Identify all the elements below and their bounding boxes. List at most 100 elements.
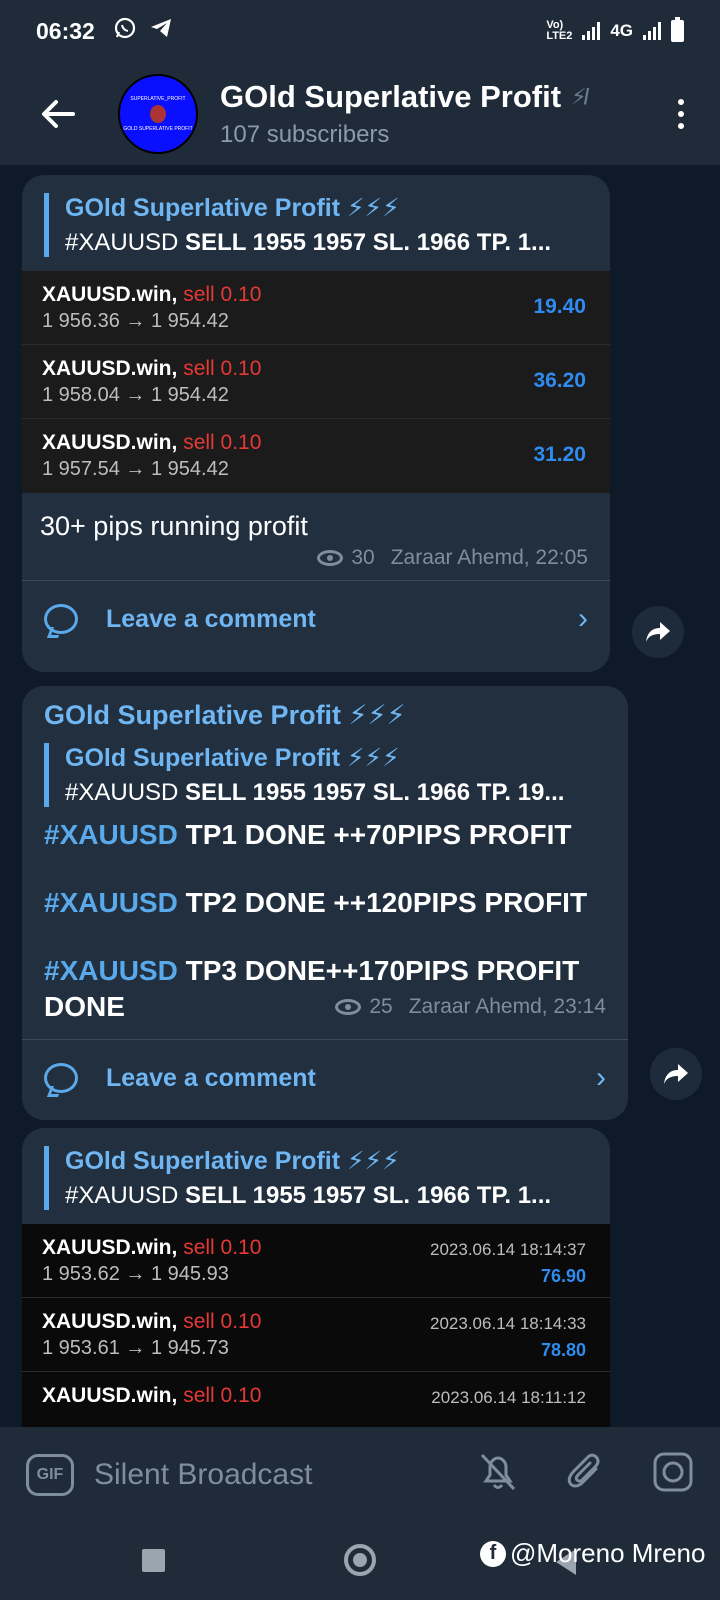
bell-off-icon — [480, 1453, 516, 1491]
signal-icon-2 — [643, 22, 661, 40]
subscriber-count: 107 subscribers — [220, 120, 390, 148]
reply-text: #XAUUSD SELL 1955 1957 SL. 1966 TP. 19..… — [65, 779, 628, 807]
mute-icon: ⚡̸ — [571, 83, 587, 109]
leave-comment-button[interactable]: Leave a comment › — [22, 1040, 628, 1116]
reply-quote[interactable]: GOld Superlative Profit ⚡⚡⚡ #XAUUSD SELL… — [44, 193, 610, 257]
trade-row: XAUUSD.win, sell 0.10 1 958.04 → 1 954.4… — [22, 345, 610, 419]
trade-symbol: XAUUSD.win, — [42, 283, 184, 306]
comment-label: Leave a comment — [106, 604, 316, 633]
leave-comment-button[interactable]: Leave a comment › — [22, 581, 610, 657]
hashtag-link[interactable]: #XAUUSD — [44, 955, 178, 986]
trade-profit: 78.80 — [540, 1340, 586, 1360]
back-button[interactable] — [28, 84, 88, 144]
message-meta: 25 Zaraar Ahemd, 23:14 — [335, 995, 606, 1019]
tp-line: #XAUUSD TP2 DONE ++120PIPS PROFIT — [44, 887, 628, 919]
status-bar: 06:32 Vo) LTE2 4G — [0, 0, 720, 62]
reply-tag: #XAUUSD — [65, 1182, 186, 1209]
avatar-text-top: SUPERLATIVE_PROFIT — [130, 95, 186, 102]
trade-profit: 76.90 — [540, 1266, 586, 1286]
forward-button[interactable] — [632, 606, 684, 658]
hashtag-link[interactable]: #XAUUSD — [44, 887, 178, 918]
trade-side: sell 0.10 — [183, 1310, 262, 1333]
trade-row: XAUUSD.win, sell 0.10 1 957.54 → 1 954.4… — [22, 419, 610, 493]
trade-side: sell 0.10 — [183, 283, 262, 306]
dot-icon — [678, 110, 684, 117]
chevron-right-icon: › — [596, 1061, 606, 1094]
reply-quote[interactable]: GOld Superlative Profit ⚡⚡⚡ #XAUUSD SELL… — [44, 1146, 610, 1210]
reply-text: #XAUUSD SELL 1955 1957 SL. 1966 TP. 1... — [65, 229, 610, 257]
forward-button[interactable] — [650, 1048, 702, 1100]
dot-icon — [678, 122, 684, 129]
tp-text: TP2 DONE ++120PIPS PROFIT — [177, 887, 588, 918]
reply-body: SELL 1955 1957 SL. 1966 TP. 19... — [185, 779, 565, 806]
status-time: 06:32 — [36, 17, 95, 44]
paperclip-icon — [567, 1453, 600, 1488]
trade-prices: 1 958.04 → 1 954.42 — [42, 384, 229, 406]
trade-side: sell 0.10 — [183, 1236, 262, 1259]
tp-line: #XAUUSD TP3 DONE++170PIPS PROFIT — [44, 955, 628, 987]
recents-button[interactable] — [142, 1549, 165, 1572]
tp-text: TP1 DONE ++70PIPS PROFIT — [177, 819, 572, 850]
message-bubble[interactable]: GOld Superlative Profit ⚡⚡⚡ GOld Superla… — [22, 686, 628, 1120]
avatar-text-bottom: GOLD SUPERLATIVE PROFIT — [123, 125, 193, 132]
author-time: Zaraar Ahemd, 23:14 — [408, 995, 606, 1018]
trade-row: XAUUSD.win, sell 0.10 1 953.61 → 1 945.7… — [22, 1298, 610, 1372]
message-bubble[interactable]: GOld Superlative Profit ⚡⚡⚡ #XAUUSD SELL… — [22, 175, 610, 672]
lte-label: Vo) LTE2 — [546, 19, 573, 42]
reply-quote[interactable]: GOld Superlative Profit ⚡⚡⚡ #XAUUSD SELL… — [44, 743, 628, 807]
trade-profit: 31.20 — [533, 443, 586, 466]
trade-date: 2023.06.14 18:11:12 — [431, 1388, 586, 1407]
watermark-text: @Moreno Mreno — [510, 1538, 706, 1568]
hashtag-link[interactable]: #XAUUSD — [44, 819, 178, 850]
attach-button[interactable] — [566, 1451, 604, 1498]
more-menu-button[interactable] — [678, 98, 684, 129]
reply-body: SELL 1955 1957 SL. 1966 TP. 1... — [185, 229, 552, 256]
gif-button[interactable]: GIF — [26, 1453, 74, 1496]
chevron-right-icon: › — [578, 602, 588, 635]
trade-profit: 36.20 — [533, 369, 586, 392]
trade-prices: 1 957.54 → 1 954.42 — [42, 458, 229, 480]
channel-info[interactable]: GOld Superlative Profit ⚡̸ 107 subscribe… — [220, 79, 587, 149]
message-meta: 30 Zaraar Ahemd, 22:05 — [22, 546, 588, 570]
channel-title-row: GOld Superlative Profit ⚡̸ — [220, 79, 587, 115]
camera-icon — [653, 1452, 693, 1492]
trade-date: 2023.06.14 18:14:33 — [430, 1314, 586, 1333]
view-count: 30 — [351, 546, 375, 569]
trade-symbol: XAUUSD.win, — [42, 1236, 184, 1259]
channel-avatar[interactable]: SUPERLATIVE_PROFIT GOLD SUPERLATIVE PROF… — [118, 73, 198, 154]
trade-symbol: XAUUSD.win, — [42, 357, 184, 380]
forward-icon — [646, 622, 670, 642]
message-text: 30+ pips running profit — [40, 511, 308, 541]
trade-profit: 19.40 — [533, 295, 586, 318]
forward-icon — [664, 1064, 688, 1084]
network-label: 4G — [610, 21, 633, 40]
trade-side: sell 0.10 — [183, 357, 262, 380]
view-count: 25 — [369, 995, 393, 1018]
last-line: DONE 25 Zaraar Ahemd, 23:14 — [22, 991, 628, 1023]
reply-text: #XAUUSD SELL 1955 1957 SL. 1966 TP. 1... — [65, 1182, 610, 1210]
trade-side: sell 0.10 — [183, 1384, 262, 1407]
trade-screenshot[interactable]: XAUUSD.win, sell 0.10 1 956.36 → 1 954.4… — [22, 271, 610, 493]
author-time: Zaraar Ahemd, 22:05 — [390, 546, 588, 569]
trade-prices: 1 953.62 → 1 945.93 — [42, 1263, 229, 1285]
comment-label: Leave a comment — [106, 1063, 316, 1092]
views-icon — [317, 550, 344, 566]
home-button[interactable] — [344, 1544, 376, 1576]
bell-off-button[interactable] — [478, 1451, 518, 1498]
trade-screenshot[interactable]: XAUUSD.win, sell 0.10 1 953.62 → 1 945.9… — [22, 1224, 610, 1446]
tp-line: #XAUUSD TP1 DONE ++70PIPS PROFIT — [44, 819, 628, 851]
message-input[interactable]: Silent Broadcast — [94, 1458, 312, 1492]
trade-date: 2023.06.14 18:14:37 — [430, 1240, 586, 1259]
reply-sender: GOld Superlative Profit ⚡⚡⚡ — [65, 1147, 400, 1175]
status-indicators: Vo) LTE2 4G — [546, 17, 684, 42]
watermark: f @Moreno Mreno — [480, 1538, 705, 1569]
trade-prices: 1 953.61 → 1 945.73 — [42, 1337, 229, 1359]
dot-icon — [678, 98, 684, 105]
trade-symbol: XAUUSD.win, — [42, 1384, 184, 1407]
camera-button[interactable] — [652, 1451, 694, 1498]
input-actions — [478, 1451, 694, 1498]
tp-last-word: DONE — [44, 991, 125, 1022]
reply-body: SELL 1955 1957 SL. 1966 TP. 1... — [185, 1182, 552, 1209]
facebook-icon: f — [480, 1540, 506, 1567]
message-bubble[interactable]: GOld Superlative Profit ⚡⚡⚡ #XAUUSD SELL… — [22, 1128, 610, 1448]
